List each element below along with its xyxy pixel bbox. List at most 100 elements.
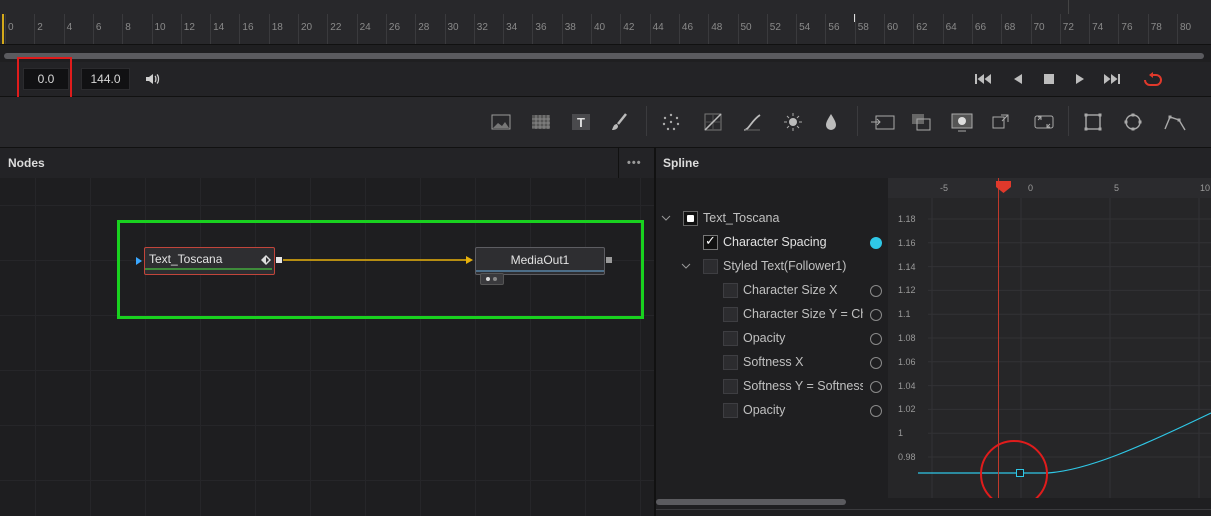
time-ruler[interactable]: 0 2 4 6 8 10 12 14 16 18 20 22 24 26 28 30 32 34 36 38 40 42 4… — [0, 0, 1211, 45]
tree-item-label[interactable]: Character Size X — [743, 280, 863, 300]
ruler-tick — [122, 14, 124, 44]
brightness-contrast-icon[interactable] — [741, 111, 763, 133]
tree-checkbox[interactable] — [723, 403, 738, 418]
spline-indicator-icon[interactable] — [870, 309, 882, 321]
tree-checkbox[interactable] — [723, 331, 738, 346]
ruler-tick-label: 20 — [301, 22, 313, 33]
tree-item-label[interactable]: Character Spacing — [723, 232, 863, 252]
volume-icon[interactable] — [143, 70, 161, 88]
end-time-field[interactable]: 144.0 — [81, 68, 130, 90]
graph-y-label: 1.18 — [898, 214, 916, 224]
ruler-tick-label: 24 — [359, 22, 371, 33]
ruler-tick-label: 34 — [506, 22, 518, 33]
ruler-tick-label: 26 — [388, 22, 401, 33]
color-curves-icon[interactable] — [702, 111, 724, 133]
ruler-tick-label: 62 — [916, 22, 928, 33]
resize-icon[interactable] — [1032, 111, 1054, 133]
particles-icon[interactable] — [660, 111, 682, 133]
tree-item-label[interactable]: Opacity — [743, 400, 863, 420]
ruler-tick — [591, 14, 592, 44]
tree-item-label[interactable]: Character Size Y = Character Size X — [743, 304, 863, 324]
ruler-start-marker — [2, 14, 4, 44]
view-indicator-icon[interactable] — [480, 273, 504, 285]
graph-y-label: 1 — [898, 428, 904, 439]
tree-checkbox[interactable] — [723, 379, 738, 394]
playhead-marker-icon[interactable] — [996, 180, 1011, 193]
merge-icon[interactable] — [870, 111, 895, 133]
ruler-tick — [1089, 14, 1091, 44]
ruler-tick — [884, 14, 885, 44]
tree-checkbox[interactable]: ✓ — [703, 233, 718, 250]
spline-indicator-icon[interactable] — [870, 405, 882, 417]
stop-icon[interactable] — [1040, 70, 1058, 88]
ruler-tick-label: 38 — [564, 22, 576, 33]
tree-checkbox[interactable] — [723, 307, 738, 322]
keyframe-point[interactable] — [1016, 469, 1024, 477]
ruler-tick — [913, 14, 915, 44]
output-port-icon[interactable] — [606, 257, 612, 263]
chevron-down-icon[interactable] — [681, 261, 691, 274]
tree-item-label[interactable]: Softness Y = Softness X — [743, 376, 863, 396]
tree-checkbox[interactable] — [723, 355, 738, 370]
tree-checkbox[interactable] — [683, 211, 698, 226]
play-reverse-icon[interactable] — [1009, 70, 1027, 88]
ruler-tick — [678, 14, 680, 44]
tree-item-label[interactable]: Styled Text(Follower1) — [723, 256, 883, 276]
matte-control-icon[interactable] — [950, 111, 973, 133]
ruler-tick-label: 64 — [945, 22, 957, 33]
timeline-scrollbar[interactable] — [0, 50, 1211, 62]
output-port-icon[interactable] — [276, 257, 282, 263]
loop-icon[interactable] — [1141, 70, 1162, 88]
transform-icon[interactable] — [990, 111, 1012, 133]
glow-icon[interactable] — [782, 111, 804, 133]
nodes-panel-title: Nodes — [8, 156, 45, 170]
rectangle-mask-icon[interactable] — [1082, 111, 1104, 133]
spline-indicator-icon[interactable] — [870, 381, 882, 393]
ruler-tick — [92, 14, 94, 44]
polygon-mask-icon[interactable] — [1162, 111, 1186, 133]
tree-item-label[interactable]: Softness X — [743, 352, 863, 372]
tree-checkbox[interactable] — [723, 283, 738, 298]
toolbar-separator — [857, 106, 858, 136]
tree-item-label[interactable]: Opacity — [743, 328, 863, 348]
ruler-tick — [942, 14, 944, 44]
paint-icon[interactable] — [608, 111, 630, 133]
graph-y-label: 1.06 — [898, 356, 916, 367]
spline-graph[interactable] — [888, 178, 1211, 498]
more-options-icon[interactable]: ••• — [627, 148, 642, 178]
blur-icon[interactable] — [820, 111, 842, 133]
toolbar-separator — [1068, 106, 1069, 136]
ruler-tick-label: 66 — [974, 22, 987, 33]
node-media-out1[interactable]: MediaOut1 — [475, 247, 605, 275]
tree-item-label[interactable]: Text_Toscana — [703, 208, 883, 228]
tree-checkbox[interactable] — [703, 259, 718, 274]
ruler-tick — [415, 14, 417, 44]
spline-indicator-icon[interactable] — [870, 285, 882, 297]
node-text-toscana[interactable]: Text_Toscana — [144, 247, 275, 275]
ruler-tick-label: 30 — [447, 22, 459, 33]
spline-curve[interactable] — [918, 412, 1211, 474]
graph-y-label: 1.14 — [898, 261, 916, 272]
background-icon[interactable] — [490, 111, 512, 133]
ruler-tick-label: 28 — [418, 22, 430, 33]
jump-start-icon[interactable] — [974, 70, 992, 88]
ruler-tick-label: 2 — [37, 22, 43, 33]
chevron-down-icon[interactable] — [661, 213, 671, 226]
keyframe-diamond-icon — [261, 254, 271, 265]
text-icon[interactable]: T — [570, 111, 592, 133]
input-port-icon[interactable] — [136, 257, 142, 265]
spline-horizontal-scrollbar[interactable] — [656, 498, 1211, 516]
play-icon[interactable] — [1071, 70, 1089, 88]
spline-indicator-icon[interactable] — [870, 333, 882, 345]
active-spline-indicator-icon[interactable] — [870, 237, 882, 249]
jump-end-icon[interactable] — [1103, 70, 1121, 88]
ruler-tick-label: 54 — [799, 22, 811, 33]
ruler-tick — [766, 14, 768, 44]
channel-booleans-icon[interactable] — [910, 111, 932, 133]
spline-indicator-icon[interactable] — [870, 357, 882, 369]
fastnoise-icon[interactable] — [530, 111, 552, 133]
ruler-tick-label: 76 — [1121, 22, 1133, 33]
ellipse-mask-icon[interactable] — [1122, 111, 1144, 133]
graph-y-label: 1.16 — [898, 237, 916, 248]
ruler-tick — [473, 14, 475, 44]
